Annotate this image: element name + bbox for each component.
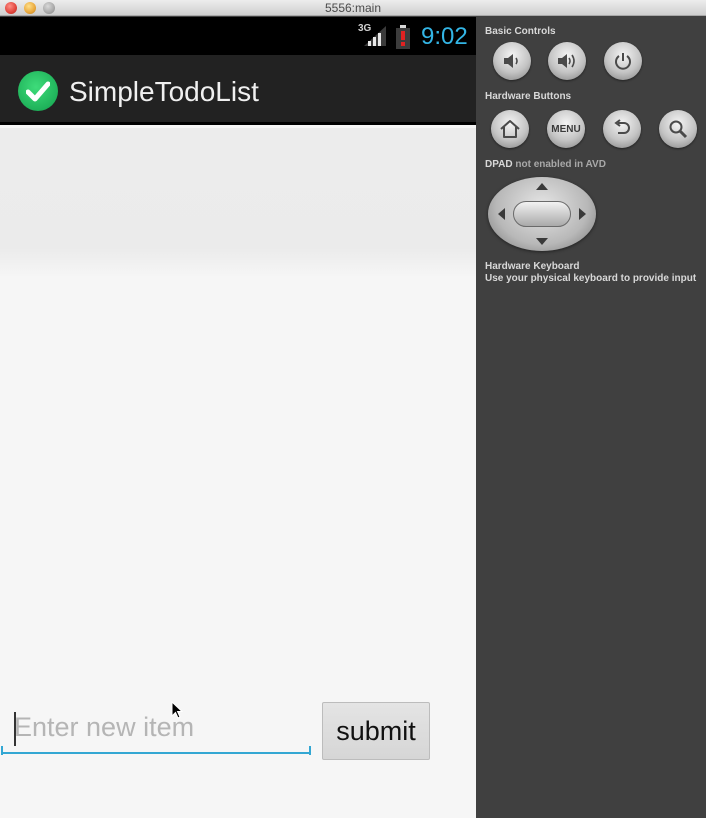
mouse-pointer-icon: [171, 701, 183, 719]
dpad-right-icon[interactable]: [579, 208, 586, 220]
new-item-input[interactable]: [2, 702, 310, 754]
dpad-center-button[interactable]: [513, 201, 571, 227]
todo-list[interactable]: [0, 128, 476, 278]
dpad-down-icon[interactable]: [536, 238, 548, 245]
submit-button[interactable]: submit: [322, 702, 430, 760]
power-icon[interactable]: [604, 42, 642, 80]
action-bar: SimpleTodoList: [0, 55, 476, 125]
dpad[interactable]: [488, 177, 596, 251]
menu-button[interactable]: MENU: [547, 110, 585, 148]
device-screen: 3G 9:02 SimpleTodoList: [0, 17, 476, 818]
dpad-label-text: DPAD: [485, 159, 513, 170]
dpad-left-icon[interactable]: [498, 208, 505, 220]
battery-alert-icon: [396, 25, 410, 49]
emulator-controls-panel: Basic Controls Hardware Buttons MENU DPA…: [476, 17, 706, 818]
keyboard-label: Hardware Keyboard: [485, 261, 580, 272]
back-icon[interactable]: [603, 110, 641, 148]
search-icon[interactable]: [659, 110, 697, 148]
signal-icon: [364, 26, 386, 46]
input-underline-left: [1, 746, 3, 755]
window-titlebar: 5556:main: [0, 0, 706, 16]
home-icon[interactable]: [491, 110, 529, 148]
volume-down-icon[interactable]: [493, 42, 531, 80]
dpad-label: DPAD not enabled in AVD: [485, 159, 606, 170]
input-underline-right: [309, 746, 311, 755]
window-title: 5556:main: [324, 1, 382, 15]
dpad-up-icon[interactable]: [536, 183, 548, 190]
volume-up-icon[interactable]: [548, 42, 586, 80]
text-caret: [14, 712, 16, 746]
app-title: SimpleTodoList: [69, 76, 259, 107]
status-time: 9:02: [421, 23, 468, 50]
checkmark-circle-icon: [18, 71, 58, 111]
keyboard-description: Use your physical keyboard to provide in…: [485, 273, 697, 284]
hardware-buttons-label: Hardware Buttons: [485, 91, 572, 102]
status-bar: 3G 9:02: [0, 17, 476, 55]
menu-button-label: MENU: [551, 123, 581, 135]
dpad-note: not enabled in AVD: [515, 159, 606, 170]
basic-controls-label: Basic Controls: [485, 26, 556, 37]
